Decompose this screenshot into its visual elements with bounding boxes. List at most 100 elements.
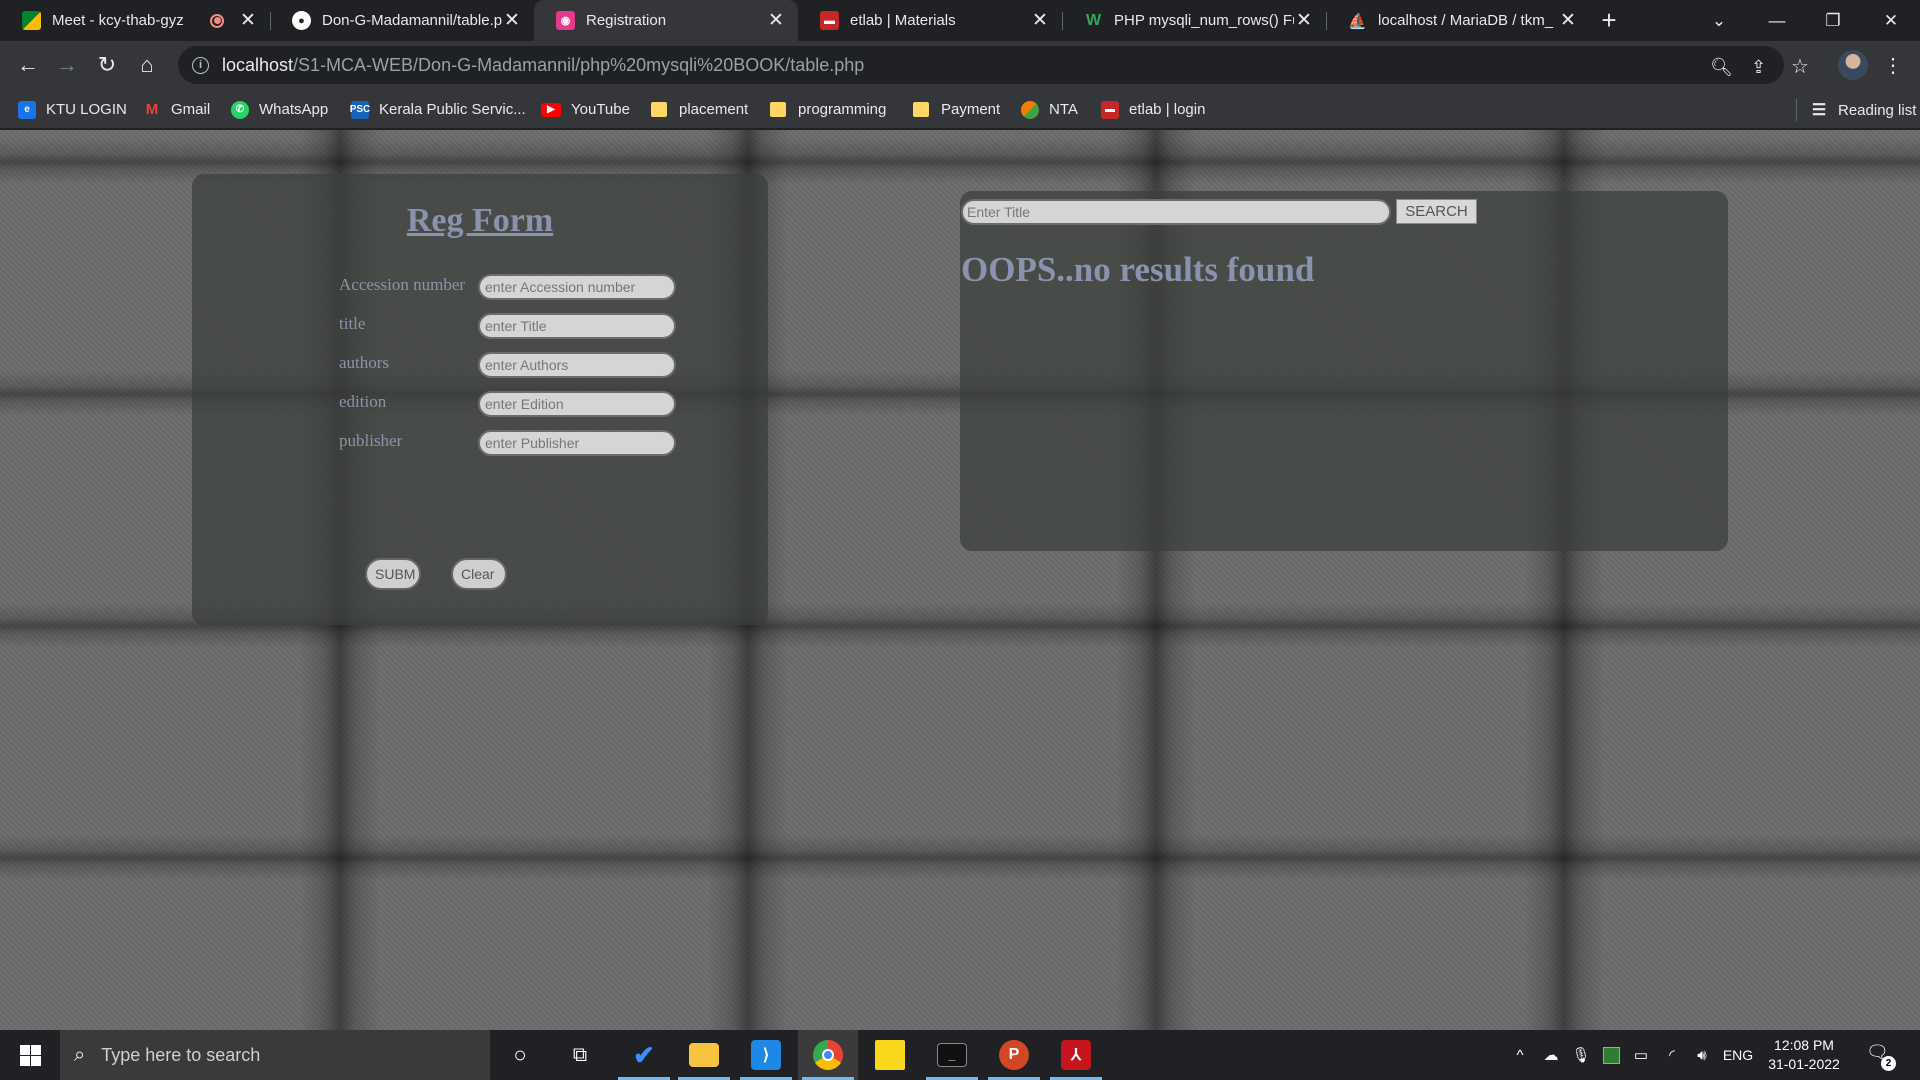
edition-input[interactable] [478,391,676,417]
start-button[interactable] [0,1030,60,1080]
folder-icon [689,1043,719,1067]
action-center-button[interactable]: 🗨︎ 2 [1866,1042,1896,1071]
wifi-icon[interactable]: ◜ [1658,1030,1686,1080]
registration-page-icon: ◉ [556,11,575,30]
tab-phpmyadmin[interactable]: ⛵ localhost / MariaDB / tkm_ ✕ [1326,0,1590,41]
bookmark-folder-placement[interactable]: placement [651,90,748,129]
back-button[interactable]: ← [10,47,46,83]
green-app-tray-icon[interactable] [1598,1030,1624,1080]
powerpoint-button[interactable]: P [984,1030,1044,1080]
forward-button[interactable]: → [49,47,85,83]
sticky-notes-button[interactable] [860,1030,920,1080]
task-view-button[interactable]: ⧉ [550,1030,610,1080]
home-button[interactable]: ⌂ [129,47,165,83]
no-results-message: OOPS..no results found [961,250,1315,289]
tab-meet[interactable]: Meet - kcy-thab-gyz ✕ [0,0,270,41]
close-icon[interactable]: ✕ [1558,9,1578,32]
browser-menu-icon[interactable]: ⋮ [1875,47,1911,83]
address-bar[interactable]: i localhost/S1-MCA-WEB/Don-G-Madamannil/… [178,46,1809,84]
reading-list-label: Reading list [1838,101,1917,119]
bookmark-kerala-psc[interactable]: PSC Kerala Public Servic... [350,90,526,129]
share-icon[interactable]: ⇪ [1751,57,1766,78]
close-icon[interactable]: ✕ [1294,9,1314,32]
system-clock[interactable]: 12:08 PM 31-01-2022 [1756,1036,1852,1074]
w3resource-icon: W [1085,11,1102,29]
tab-search-chevron-icon[interactable]: ⌄ [1692,0,1746,41]
site-info-icon[interactable]: i [192,56,209,74]
restore-button[interactable]: ❐ [1806,0,1860,41]
accession-number-input[interactable] [478,274,676,300]
chrome-button[interactable] [798,1030,858,1080]
taskbar-search-box[interactable]: ⌕ Type here to search [60,1030,490,1080]
title-input[interactable] [478,313,676,339]
bookmark-gmail[interactable]: M Gmail [143,90,210,129]
clock-date: 31-01-2022 [1768,1056,1840,1072]
zoom-icon[interactable]: 🔍︎ [1710,57,1733,78]
folder-icon [651,102,667,117]
bookmark-nta[interactable]: NTA [1021,90,1078,129]
show-hidden-icons-chevron-icon[interactable]: ^ [1508,1030,1532,1080]
microphone-icon[interactable]: 🎙︎ [1568,1030,1594,1080]
tab-title: Meet - kcy-thab-gyz [52,12,184,29]
bookmark-whatsapp[interactable]: ✆ WhatsApp [231,90,328,129]
bookmark-label: etlab | login [1129,101,1206,118]
folder-icon [913,102,929,117]
bookmark-ktu-login[interactable]: e KTU LOGIN [18,90,127,129]
clock-time: 12:08 PM [1774,1037,1834,1053]
pdf-reader-button[interactable]: ⅄ [1046,1030,1106,1080]
submit-button[interactable]: SUBM [365,558,421,590]
tab-etlab-materials[interactable]: ▬ etlab | Materials ✕ [798,0,1062,41]
terminal-button[interactable]: _ [922,1030,982,1080]
tab-php-mysqli[interactable]: W PHP mysqli_num_rows() Fu ✕ [1062,0,1326,41]
todo-app-button[interactable]: ✔ [614,1030,674,1080]
search-results-panel: SEARCH OOPS..no results found [960,191,1728,551]
authors-input[interactable] [478,352,676,378]
close-icon[interactable]: ✕ [1030,9,1050,32]
onedrive-icon[interactable]: ☁ [1536,1030,1566,1080]
search-icon: ⌕ [74,1043,86,1066]
reading-list-button[interactable]: ☰ Reading list [1796,99,1916,121]
whatsapp-icon: ✆ [231,100,249,119]
registration-form-panel: Reg Form Accession number title authors … [192,174,768,625]
close-icon[interactable]: ✕ [238,9,258,32]
recording-icon [210,13,224,28]
bookmark-folder-programming[interactable]: programming [770,90,886,129]
tab-title: localhost / MariaDB / tkm_ [1378,12,1554,29]
battery-icon[interactable]: ▭ [1626,1030,1656,1080]
clear-button[interactable]: Clear [451,558,507,590]
cortana-button[interactable]: ○ [490,1030,550,1080]
tab-github[interactable]: ● Don-G-Madamannil/table.p ✕ [270,0,534,41]
bookmark-etlab-login[interactable]: ▬ etlab | login [1101,90,1205,129]
search-title-input[interactable] [961,199,1391,225]
close-window-button[interactable]: ✕ [1864,0,1918,41]
publisher-input[interactable] [478,430,676,456]
minimize-button[interactable]: — [1750,0,1804,41]
reading-list-icon: ☰ [1811,102,1827,119]
profile-avatar[interactable] [1838,50,1868,80]
file-explorer-button[interactable] [674,1030,734,1080]
bookmark-label: KTU LOGIN [46,101,127,118]
search-button[interactable]: SEARCH [1396,199,1477,224]
browser-tab-strip: Meet - kcy-thab-gyz ✕ ● Don-G-Madamannil… [0,0,1920,41]
url-path: /S1-MCA-WEB/Don-G-Madamannil/php%20mysql… [293,54,865,75]
bookmark-label: Gmail [171,101,211,118]
bookmark-folder-payment[interactable]: Payment [913,90,1000,129]
windows-taskbar: ⌕ Type here to search ○ ⧉ ✔ ⟩ _ P ⅄ ^ ☁ … [0,1030,1920,1080]
form-title: Reg Form [406,202,554,239]
tab-registration[interactable]: ◉ Registration ✕ [534,0,798,41]
vscode-button[interactable]: ⟩ [736,1030,796,1080]
etlab-icon: ▬ [1101,100,1119,119]
publisher-label: publisher [339,431,403,450]
bookmark-star-icon[interactable]: ☆ [1791,54,1809,79]
reload-button[interactable]: ↻ [89,47,125,83]
accession-number-label: Accession number [339,275,466,294]
close-icon[interactable]: ✕ [502,9,522,32]
new-tab-button[interactable]: + [1584,0,1634,41]
volume-icon[interactable]: 🔊︎ [1688,1030,1716,1080]
bookmark-youtube[interactable]: ▶ YouTube [541,90,630,129]
edition-label: edition [339,392,387,411]
close-icon[interactable]: ✕ [766,9,786,32]
language-indicator[interactable]: ENG [1718,1030,1758,1080]
tab-title: Registration [586,12,667,29]
youtube-icon: ▶ [541,102,561,117]
